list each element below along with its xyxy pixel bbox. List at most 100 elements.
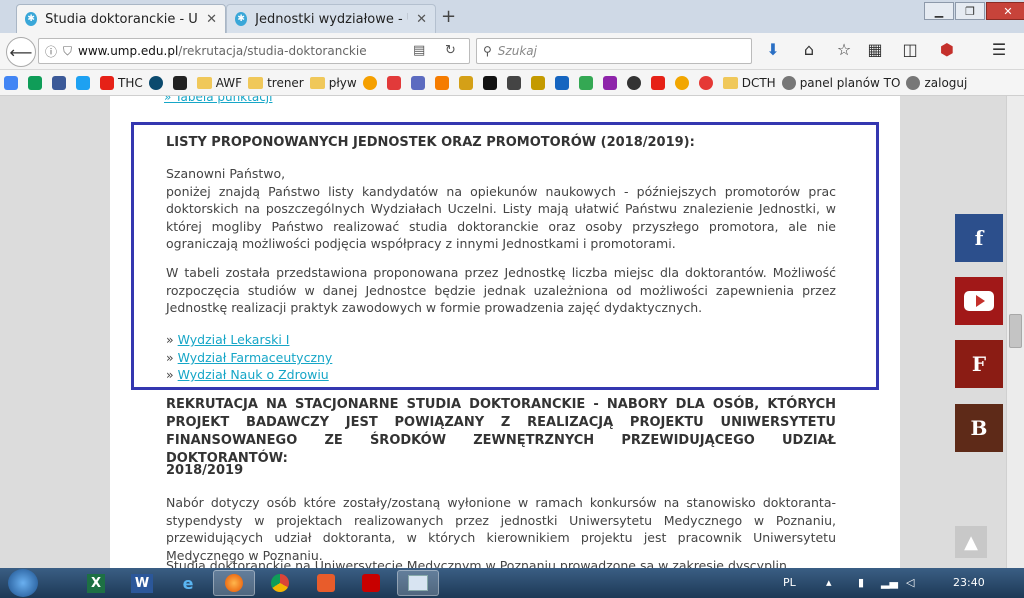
bookmark-w[interactable]	[458, 75, 477, 90]
link-wydzial-nauk-o-zdrowiu[interactable]: Wydział Nauk o Zdrowiu	[178, 367, 329, 382]
tab-title: Jednostki wydziałowe - Uni...	[255, 11, 408, 27]
firefox-taskbar-icon[interactable]	[213, 570, 255, 596]
screenshot-taskbar-icon[interactable]	[305, 570, 347, 596]
bookmark-google[interactable]	[4, 75, 22, 90]
bookmark-label: DCTH	[741, 75, 776, 90]
tab-studia-doktoranckie[interactable]: ✱ Studia doktoranckie - Uniw... ✕	[16, 4, 226, 33]
arrow-left-icon: ⟵	[9, 42, 33, 62]
reload-icon[interactable]: ↻	[445, 43, 456, 58]
bookmark-b[interactable]	[172, 75, 191, 90]
search-icon: ⚲	[483, 44, 492, 58]
bookmark-folder-awf[interactable]: AWF	[196, 76, 242, 90]
restore-button[interactable]: ❐	[955, 2, 985, 20]
back-button[interactable]: ⟵	[6, 37, 36, 67]
bookmark-panel[interactable]: panel planów TO	[781, 75, 900, 90]
close-icon[interactable]: ✕	[416, 12, 427, 27]
excel-taskbar-icon[interactable]: X	[75, 570, 117, 596]
clock[interactable]: 23:40	[953, 576, 985, 589]
f-brand-icon: F	[971, 352, 987, 376]
url-bar[interactable]: ⓘ ⛉ www.ump.edu.pl/rekrutacja/studia-dok…	[38, 38, 470, 64]
bookmark-star-icon[interactable]: ☆	[833, 40, 855, 59]
a-logo-icon	[506, 75, 521, 90]
bookmark-zaloguj[interactable]: zaloguj	[906, 75, 967, 90]
bookmark-drive[interactable]	[28, 75, 46, 90]
new-tab-button[interactable]: +	[441, 6, 456, 27]
acrobat-taskbar-icon[interactable]	[350, 570, 392, 596]
dots-icon	[386, 75, 401, 90]
bookmark-check[interactable]	[602, 75, 621, 90]
bookmark-orange[interactable]	[362, 75, 381, 90]
link-prefix: »	[166, 350, 174, 365]
search-input[interactable]: ⚲ Szukaj	[476, 38, 752, 64]
faculty-link-row: » Wydział Nauk o Zdrowiu	[166, 366, 329, 383]
home-icon[interactable]: ⌂	[798, 40, 820, 59]
bookmark-folder-plyw[interactable]: pływ	[309, 76, 357, 90]
menu-icon[interactable]: ☰	[988, 40, 1010, 59]
minimize-button[interactable]: ▁	[924, 2, 954, 20]
b-brand-button[interactable]: B	[955, 404, 1003, 452]
bookmark-disc[interactable]	[626, 75, 645, 90]
cropped-link[interactable]: » Tabela punktacji	[164, 96, 272, 104]
bookmark-folder-dcth[interactable]: DCTH	[722, 75, 776, 90]
youtube-button[interactable]	[955, 277, 1003, 325]
folder-icon	[248, 76, 264, 89]
bookmark-circle[interactable]	[148, 75, 167, 90]
close-icon[interactable]: ✕	[206, 12, 217, 27]
bookmark-w2[interactable]	[530, 75, 549, 90]
bookmark-music[interactable]	[434, 75, 453, 90]
bookmark-m[interactable]	[554, 75, 573, 90]
bookmark-map[interactable]	[578, 75, 597, 90]
facebook-icon	[52, 75, 66, 90]
scroll-to-top-button[interactable]: ▲	[955, 526, 987, 558]
close-window-button[interactable]: ✕	[986, 2, 1024, 20]
page-viewport: » Tabela punktacji LISTY PROPONOWANYCH J…	[0, 96, 1006, 568]
bookmark-pin[interactable]	[674, 75, 693, 90]
language-indicator[interactable]: PL	[783, 576, 796, 589]
bookmarks-list-icon[interactable]: ▦	[864, 40, 886, 59]
faculty-link-row: » Wydział Lekarski I	[166, 331, 289, 348]
bookmark-facebook[interactable]	[52, 75, 70, 90]
link-wydzial-lekarski[interactable]: Wydział Lekarski I	[178, 332, 290, 347]
facebook-button[interactable]: f	[955, 214, 1003, 262]
tab-jednostki-wydzialowe[interactable]: ✱ Jednostki wydziałowe - Uni... ✕	[226, 4, 436, 33]
chrome-taskbar-icon[interactable]	[259, 570, 301, 596]
bookmark-a[interactable]	[506, 75, 525, 90]
bookmark-dots[interactable]	[386, 75, 405, 90]
stop-icon	[698, 75, 713, 90]
b-logo-icon	[172, 75, 187, 90]
pin-icon	[674, 75, 689, 90]
bookmark-d[interactable]	[482, 75, 501, 90]
pocket-icon[interactable]: ◫	[899, 40, 921, 59]
vertical-scrollbar[interactable]	[1006, 96, 1024, 568]
map-icon	[578, 75, 593, 90]
reader-view-icon[interactable]: ▤	[413, 43, 425, 58]
cut-paragraph: Studia doktoranckie na Uniwersytecie Med…	[166, 558, 787, 568]
bookmark-folder-trener[interactable]: trener	[248, 76, 304, 90]
f-brand-button[interactable]: F	[955, 340, 1003, 388]
download-icon[interactable]: ⬇	[762, 40, 784, 59]
music-icon	[434, 75, 449, 90]
youtube-icon	[964, 291, 994, 311]
bookmark-bird[interactable]	[410, 75, 429, 90]
box-paragraph-2: W tabeli została przedstawiona proponowa…	[166, 265, 836, 315]
battery-icon[interactable]: ▮	[858, 576, 864, 589]
volume-icon[interactable]: ◁	[906, 576, 914, 589]
folder-icon	[722, 76, 738, 89]
scrollbar-thumb[interactable]	[1009, 314, 1022, 348]
info-icon[interactable]: ⓘ	[45, 43, 57, 60]
bookmark-yt2[interactable]	[650, 75, 669, 90]
youtube-icon	[650, 75, 665, 90]
word-taskbar-icon[interactable]: W	[121, 570, 163, 596]
navigation-bar: ⟵ ⓘ ⛉ www.ump.edu.pl/rekrutacja/studia-d…	[0, 33, 1024, 70]
start-button[interactable]	[8, 569, 38, 597]
adblock-icon[interactable]: ⬢	[936, 40, 958, 59]
link-wydzial-farmaceutyczny[interactable]: Wydział Farmaceutyczny	[178, 350, 333, 365]
ie-taskbar-icon[interactable]: e	[167, 570, 209, 596]
disc-icon	[626, 75, 641, 90]
window-taskbar-icon[interactable]	[397, 570, 439, 596]
tray-arrow-icon[interactable]: ▴	[826, 576, 832, 589]
bookmark-stop[interactable]	[698, 75, 717, 90]
bookmark-youtube[interactable]: THC	[100, 75, 143, 90]
bookmark-twitter[interactable]	[76, 75, 94, 90]
network-icon[interactable]: ▂▄	[881, 576, 898, 589]
